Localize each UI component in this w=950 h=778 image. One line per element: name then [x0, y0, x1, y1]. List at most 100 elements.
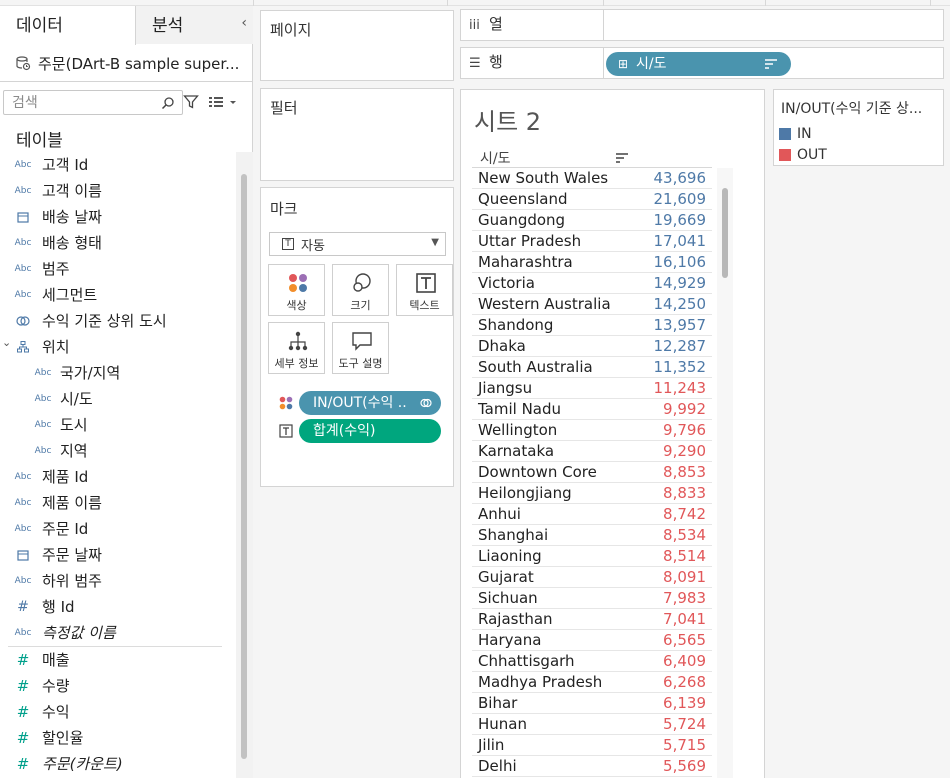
table-row[interactable]: Gujarat 8,091: [472, 567, 712, 588]
table-row[interactable]: Wellington 9,796: [472, 420, 712, 441]
table-row[interactable]: Sichuan 7,983: [472, 588, 712, 609]
filters-shelf-title: 필터: [270, 99, 298, 117]
table-row[interactable]: Karnataka 9,290: [472, 441, 712, 462]
text-button[interactable]: 텍스트: [396, 264, 453, 316]
datasource-row[interactable]: 주문(DArt-B sample super...: [0, 44, 253, 82]
pages-shelf[interactable]: 페이지: [260, 10, 454, 81]
tab-data[interactable]: 데이터: [0, 6, 136, 45]
size-button[interactable]: 크기: [332, 264, 389, 316]
rows-pill[interactable]: ⊞ 시/도: [606, 52, 791, 76]
string-type-icon: Abc: [14, 186, 32, 196]
field-item[interactable]: 배송 날짜: [0, 204, 236, 230]
field-item[interactable]: Abc 하위 범주: [0, 568, 236, 594]
sheet-scroll-thumb[interactable]: [722, 188, 728, 278]
tab-analysis[interactable]: 분석: [136, 6, 253, 44]
tooltip-button[interactable]: 도구 설명: [332, 322, 389, 374]
field-item[interactable]: ⌄ 위치: [0, 334, 236, 360]
profit-value: 5,724: [663, 715, 706, 733]
table-row[interactable]: Guangdong 19,669: [472, 210, 712, 231]
text-button-label: 텍스트: [409, 299, 440, 312]
table-row[interactable]: Queensland 21,609: [472, 189, 712, 210]
field-label: 시/도: [60, 390, 93, 408]
table-row[interactable]: Bihar 6,139: [472, 693, 712, 714]
table-row[interactable]: Shanghai 8,534: [472, 525, 712, 546]
table-row[interactable]: Uttar Pradesh 17,041: [472, 231, 712, 252]
field-item[interactable]: Abc 제품 Id: [0, 464, 236, 490]
state-name: Madhya Pradesh: [478, 673, 603, 691]
table-row[interactable]: Maharashtra 16,106: [472, 252, 712, 273]
legend-swatch: [779, 149, 791, 161]
measure-item[interactable]: # 할인율: [0, 725, 236, 751]
field-item[interactable]: Abc 지역: [0, 438, 236, 464]
table-row[interactable]: Rajasthan 7,041: [472, 609, 712, 630]
field-item[interactable]: 주문 날짜: [0, 542, 236, 568]
profit-value: 6,268: [663, 673, 706, 691]
table-row[interactable]: Downtown Core 8,853: [472, 462, 712, 483]
table-row[interactable]: Liaoning 8,514: [472, 546, 712, 567]
color-pill-label: IN/OUT(수익 ..: [313, 395, 407, 411]
text-pill[interactable]: 합계(수익): [299, 419, 441, 443]
rows-pill-label: 시/도: [636, 56, 667, 72]
field-item[interactable]: Abc 배송 형태: [0, 230, 236, 256]
field-item[interactable]: Abc 고객 이름: [0, 178, 236, 204]
state-name: Tamil Nadu: [478, 400, 562, 418]
columns-shelf[interactable]: iii 열: [460, 9, 944, 41]
table-row[interactable]: Jilin 5,715: [472, 735, 712, 756]
table-row[interactable]: Western Australia 14,250: [472, 294, 712, 315]
field-item[interactable]: Abc 고객 Id: [0, 152, 236, 178]
measure-item[interactable]: # 주문(카운트): [0, 751, 236, 777]
search-input[interactable]: [4, 91, 154, 114]
color-pill[interactable]: IN/OUT(수익 ..: [299, 391, 441, 415]
field-list-scroll-thumb[interactable]: [241, 174, 247, 759]
profit-value: 8,833: [663, 484, 706, 502]
measure-item[interactable]: # 수량: [0, 673, 236, 699]
field-label: 국가/지역: [60, 364, 121, 382]
column-header[interactable]: 시/도: [472, 150, 712, 168]
list-view-icon[interactable]: [208, 95, 238, 109]
table-row[interactable]: Jiangsu 11,243: [472, 378, 712, 399]
number-type-icon: #: [17, 599, 29, 615]
field-item[interactable]: Abc 세그먼트: [0, 282, 236, 308]
field-item[interactable]: Abc 국가/지역: [0, 360, 236, 386]
table-row[interactable]: South Australia 11,352: [472, 357, 712, 378]
string-type-icon: Abc: [14, 498, 32, 508]
field-item[interactable]: Abc 도시: [0, 412, 236, 438]
sheet-title: 시트 2: [474, 108, 542, 136]
table-row[interactable]: Haryana 6,565: [472, 630, 712, 651]
field-item[interactable]: Abc 제품 이름: [0, 490, 236, 516]
expand-chevron-icon[interactable]: ⌄: [2, 330, 11, 356]
field-item[interactable]: Abc 측정값 이름: [0, 620, 236, 646]
detail-button[interactable]: 세부 정보: [268, 322, 325, 374]
measure-item[interactable]: # 매출: [0, 647, 236, 673]
table-row[interactable]: Tamil Nadu 9,992: [472, 399, 712, 420]
table-row[interactable]: Delhi 5,569: [472, 756, 712, 777]
table-row[interactable]: Heilongjiang 8,833: [472, 483, 712, 504]
table-row[interactable]: Victoria 14,929: [472, 273, 712, 294]
sort-icon[interactable]: [616, 153, 628, 163]
field-item[interactable]: Abc 범주: [0, 256, 236, 282]
filters-shelf[interactable]: 필터: [260, 88, 454, 181]
measure-item[interactable]: # 수익: [0, 699, 236, 725]
measure-label: 할인율: [42, 729, 84, 747]
field-item[interactable]: Abc 주문 Id: [0, 516, 236, 542]
table-row[interactable]: Hunan 5,724: [472, 714, 712, 735]
field-item[interactable]: Abc 시/도: [0, 386, 236, 412]
table-row[interactable]: Shandong 13,957: [472, 315, 712, 336]
field-item[interactable]: 수익 기준 상위 도시: [0, 308, 236, 334]
state-name: New South Wales: [478, 169, 609, 187]
search-icon[interactable]: [161, 96, 175, 110]
table-row[interactable]: Anhui 8,742: [472, 504, 712, 525]
legend-title[interactable]: IN/OUT(수익 기준 상...: [781, 98, 941, 118]
table-row[interactable]: Madhya Pradesh 6,268: [472, 672, 712, 693]
legend-swatch: [779, 128, 791, 140]
field-item[interactable]: # 행 Id: [0, 594, 236, 620]
mark-type-dropdown[interactable]: T 자동 ▼: [269, 232, 446, 256]
field-label: 세그먼트: [42, 286, 98, 304]
filter-icon[interactable]: [183, 94, 199, 110]
table-row[interactable]: Dhaka 12,287: [472, 336, 712, 357]
chevron-left-icon[interactable]: ‹: [241, 15, 247, 31]
table-row[interactable]: Chhattisgarh 6,409: [472, 651, 712, 672]
color-button[interactable]: 색상: [268, 264, 325, 316]
rows-shelf[interactable]: ☰ 행 ⊞ 시/도: [460, 47, 944, 79]
table-row[interactable]: New South Wales 43,696: [472, 168, 712, 189]
